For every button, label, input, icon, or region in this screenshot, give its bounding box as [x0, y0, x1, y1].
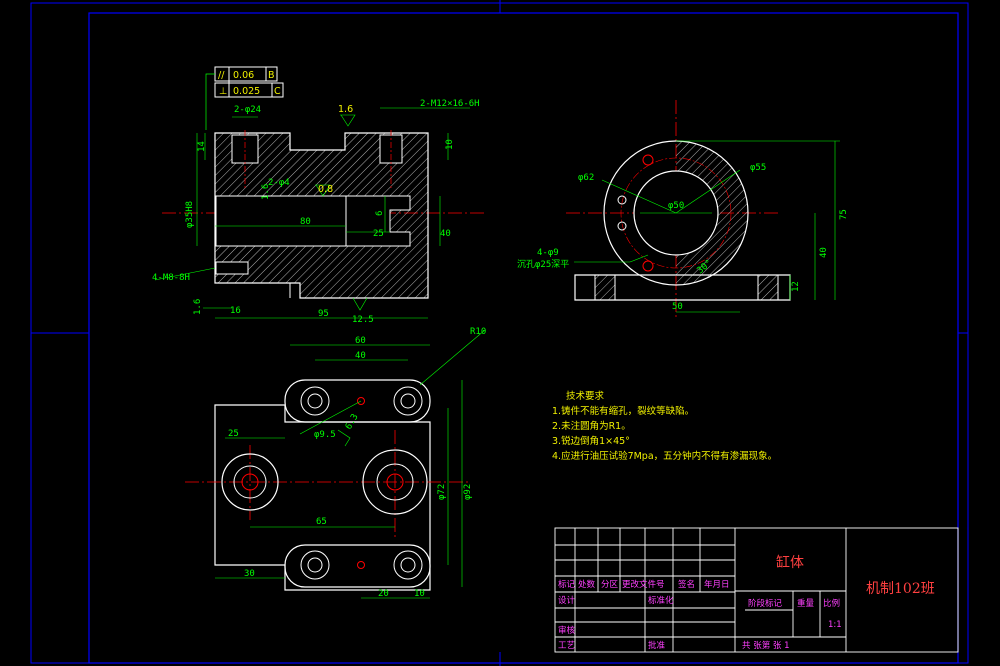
- dim-w60: 60: [355, 336, 366, 346]
- part-name: 缸体: [776, 554, 804, 571]
- dim-d50: φ50: [668, 201, 684, 211]
- tb-design: 设计: [558, 595, 576, 606]
- tb-process: 工艺: [558, 641, 575, 651]
- tb-label-2: 分区: [601, 580, 619, 590]
- dim-thread: 2-M12×16-6H: [420, 99, 480, 109]
- dim-40: 40: [440, 229, 451, 239]
- tech-item-3: 3.锐边倒角1×45°: [552, 435, 630, 447]
- dim-w10: 10: [414, 589, 425, 599]
- tb-stage-mark: 阶段标记: [748, 598, 783, 609]
- tech-title: 技术要求: [566, 390, 605, 402]
- dim-r10: R10: [470, 327, 486, 337]
- tb-label-5: 年月日: [704, 579, 730, 590]
- dim-counterbore: 2-φ24: [234, 105, 261, 115]
- roughness-bottom: 12.5: [352, 315, 374, 325]
- dim-95: 95: [318, 309, 329, 319]
- dim-d55: φ55: [750, 163, 766, 173]
- dim-80: 80: [300, 217, 311, 227]
- dim-d62: φ62: [578, 173, 594, 183]
- tech-item-2: 2.未注圆角为R1。: [552, 420, 631, 432]
- dim-holes: 4-φ9: [537, 248, 559, 258]
- tol-row2-symbol: ⊥: [219, 86, 227, 97]
- tol-row2-value: 0.025: [233, 86, 260, 97]
- tech-item-1: 1.铸件不能有缩孔，裂纹等缺陷。: [552, 405, 694, 417]
- dim-d72: φ72: [437, 484, 447, 500]
- dim-w40: 40: [355, 351, 366, 361]
- tb-label-4: 签名: [678, 579, 695, 590]
- dim-d9-5: φ9.5: [314, 430, 336, 440]
- dim-h40: 40: [819, 247, 829, 258]
- tb-sheets: 共 张第 张 1: [742, 640, 790, 651]
- tb-scale-value: 1:1: [828, 620, 842, 630]
- roughness-top: 1.6: [338, 104, 353, 115]
- dim-w25: 25: [228, 429, 239, 439]
- dim-w65: 65: [316, 517, 327, 527]
- drawing-sheet: // 0.06 B ⊥ 0.025 C 2-φ24 2-M12×16-6H 1.…: [0, 0, 1000, 666]
- tol-row1-symbol: //: [218, 70, 225, 81]
- dim-w30: 30: [244, 569, 255, 579]
- tb-label-3: 更改文件号: [622, 579, 665, 590]
- tol-row1-value: 0.06: [233, 70, 254, 81]
- tech-item-4: 4.应进行油压试验7Mpa，五分钟内不得有渗漏现象。: [552, 450, 777, 462]
- roughness-side: 1.6: [261, 184, 271, 200]
- roughness-left: 1.6: [193, 299, 203, 315]
- dim-w50: 50: [672, 302, 683, 312]
- dim-16: 16: [230, 306, 241, 316]
- dim-bore: φ35H8: [185, 201, 195, 228]
- tb-label-1: 处数: [578, 579, 596, 590]
- dim-h75: 75: [839, 209, 849, 220]
- tol-row2-datum: C: [274, 86, 281, 97]
- dim-side-holes: 4-M8-8H: [152, 273, 190, 283]
- tol-row1-datum: B: [268, 70, 275, 81]
- class-name: 机制102班: [866, 581, 935, 597]
- dim-h12: 12: [791, 281, 801, 292]
- dim-6: 6: [375, 211, 385, 216]
- tb-weight: 重量: [797, 598, 815, 609]
- tb-approve: 批准: [648, 640, 666, 651]
- roughness-mid: 0.8: [318, 184, 333, 195]
- tb-label-0: 标记: [558, 579, 576, 590]
- dim-25: 25: [373, 229, 384, 239]
- dim-14: 14: [197, 141, 207, 152]
- tb-scale: 比例: [823, 598, 840, 609]
- dim-10: 10: [445, 139, 455, 150]
- dim-counterbore-note: 沉孔φ25深平: [517, 259, 569, 270]
- dim-w20: 20: [378, 589, 389, 599]
- tb-standardize: 标准化: [648, 595, 674, 606]
- dim-d92: φ92: [463, 484, 473, 500]
- tb-review: 审核: [558, 625, 576, 636]
- dim-small-hole: 2-φ4: [268, 178, 290, 188]
